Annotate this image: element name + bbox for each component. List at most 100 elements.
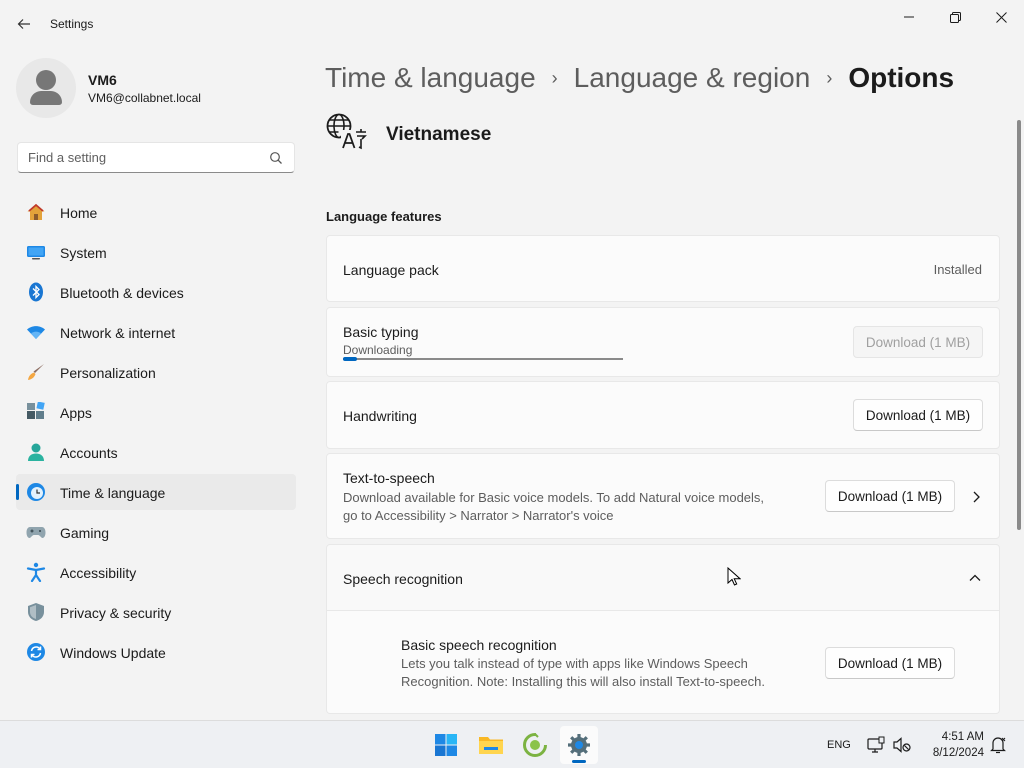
download-progress-fill xyxy=(343,357,357,361)
sidebar-item-network[interactable]: Network & internet xyxy=(16,314,296,350)
volume-muted-icon[interactable] xyxy=(892,735,912,755)
search-input[interactable] xyxy=(18,143,258,172)
breadcrumb-time-language[interactable]: Time & language xyxy=(325,62,536,94)
search-box xyxy=(17,142,295,173)
active-app-indicator xyxy=(572,760,586,763)
page-title: Options xyxy=(848,62,955,93)
section-title: Language features xyxy=(326,209,442,224)
handwriting-label: Handwriting xyxy=(343,408,417,424)
profile-email: VM6@collabnet.local xyxy=(88,91,201,105)
sidebar-item-label: Gaming xyxy=(60,525,110,541)
apps-icon xyxy=(27,402,45,419)
language-pack-status: Installed xyxy=(933,262,982,277)
sidebar-item-label: Accounts xyxy=(60,445,118,461)
system-clock[interactable]: 4:51 AM 8/12/2024 xyxy=(918,729,984,761)
sidebar-item-label: Apps xyxy=(60,405,92,421)
basic-speech-card: Basic speech recognition Lets you talk i… xyxy=(326,611,1000,714)
update-icon xyxy=(27,643,45,661)
tts-desc-line1: Download available for Basic voice model… xyxy=(343,490,765,505)
handwriting-download-button[interactable]: Download (1 MB) xyxy=(853,399,983,431)
sidebar-item-label: Personalization xyxy=(60,365,156,381)
chevron-up-icon[interactable] xyxy=(969,573,981,583)
search-icon[interactable] xyxy=(269,151,283,165)
sidebar-item-time-language[interactable]: Time & language xyxy=(16,474,296,510)
breadcrumb-separator: › xyxy=(551,67,558,88)
sidebar-item-accounts[interactable]: Accounts xyxy=(16,434,296,470)
taskbar-app-button[interactable] xyxy=(516,726,554,764)
sidebar-item-apps[interactable]: Apps xyxy=(16,394,296,430)
title-bar: Settings xyxy=(0,0,1024,48)
basic-speech-desc-line1: Lets you talk instead of type with apps … xyxy=(401,656,748,671)
app-title: Settings xyxy=(50,17,94,31)
speech-recognition-label: Speech recognition xyxy=(343,571,463,587)
basic-typing-download-button[interactable]: Download (1 MB) xyxy=(853,326,983,358)
close-button[interactable] xyxy=(979,6,1023,28)
notification-bell-icon[interactable] xyxy=(988,735,1008,755)
minimize-icon xyxy=(904,16,914,18)
sidebar-item-label: Privacy & security xyxy=(60,605,172,621)
tts-desc-line2: go to Accessibility > Narrator > Narrato… xyxy=(343,508,614,523)
shield-icon xyxy=(28,603,44,621)
basic-speech-label: Basic speech recognition xyxy=(401,637,557,653)
language-pack-card: Language pack Installed xyxy=(326,235,1000,302)
start-button[interactable] xyxy=(427,726,465,764)
file-explorer-icon xyxy=(479,737,503,754)
brush-icon xyxy=(28,364,44,380)
sidebar-item-label: Windows Update xyxy=(60,645,166,661)
start-icon xyxy=(435,734,457,756)
file-explorer-button[interactable] xyxy=(472,726,510,764)
sidebar-item-label: Bluetooth & devices xyxy=(60,285,184,301)
input-language-indicator[interactable]: ENG xyxy=(827,739,851,751)
basic-typing-card: Basic typing Downloading Download (1 MB) xyxy=(326,307,1000,377)
app-icon xyxy=(523,733,547,757)
tts-card[interactable]: Text-to-speech Download available for Ba… xyxy=(326,453,1000,539)
sidebar-item-label: System xyxy=(60,245,107,261)
breadcrumb-language-region[interactable]: Language & region xyxy=(574,62,811,94)
bluetooth-icon xyxy=(29,282,43,302)
accessibility-icon xyxy=(26,562,46,582)
wifi-icon xyxy=(27,326,45,339)
sidebar-nav: Home System Bluetooth & devices Network … xyxy=(16,194,296,674)
tts-label: Text-to-speech xyxy=(343,470,435,486)
settings-taskbar-button[interactable] xyxy=(560,726,598,764)
sidebar-item-label: Network & internet xyxy=(60,325,176,341)
breadcrumb: Time & language › Language & region › Op… xyxy=(325,58,954,98)
sidebar-item-system[interactable]: System xyxy=(16,234,296,270)
taskbar: ENG 4:51 AM 8/12/2024 xyxy=(0,720,1024,768)
back-button[interactable] xyxy=(12,12,36,36)
tts-download-button[interactable]: Download (1 MB) xyxy=(825,480,955,512)
basic-speech-desc-line2: Recognition. Note: Installing this will … xyxy=(401,674,765,689)
breadcrumb-separator: › xyxy=(826,67,833,88)
sidebar-item-bluetooth[interactable]: Bluetooth & devices xyxy=(16,274,296,310)
minimize-button[interactable] xyxy=(887,6,931,28)
system-icon xyxy=(27,246,45,260)
profile-name: VM6 xyxy=(88,72,117,88)
sidebar-item-label: Accessibility xyxy=(60,565,137,581)
sidebar-item-gaming[interactable]: Gaming xyxy=(16,514,296,550)
close-icon xyxy=(995,11,1007,23)
settings-icon xyxy=(568,734,590,756)
back-arrow-icon xyxy=(17,19,30,29)
sidebar-item-home[interactable]: Home xyxy=(16,194,296,230)
download-progress-bar xyxy=(343,357,623,361)
basic-speech-download-button[interactable]: Download (1 MB) xyxy=(825,647,955,679)
restore-icon xyxy=(949,11,961,23)
language-icon xyxy=(326,113,367,150)
mouse-cursor-icon xyxy=(727,567,741,586)
sidebar-item-privacy[interactable]: Privacy & security xyxy=(16,594,296,630)
speech-recognition-header[interactable]: Speech recognition xyxy=(326,544,1000,611)
sidebar-item-label: Time & language xyxy=(60,485,166,501)
network-status-icon[interactable] xyxy=(866,735,886,755)
basic-typing-label: Basic typing xyxy=(343,324,419,340)
home-icon xyxy=(27,203,45,220)
sidebar-item-windows-update[interactable]: Windows Update xyxy=(16,634,296,670)
user-profile[interactable]: VM6 VM6@collabnet.local xyxy=(16,58,296,118)
restore-button[interactable] xyxy=(933,6,977,28)
chevron-right-icon[interactable] xyxy=(971,491,981,503)
sidebar-item-personalization[interactable]: Personalization xyxy=(16,354,296,390)
globe-clock-icon xyxy=(27,483,45,501)
sidebar-item-accessibility[interactable]: Accessibility xyxy=(16,554,296,590)
scrollbar[interactable] xyxy=(1017,120,1021,530)
sidebar-item-label: Home xyxy=(60,205,98,221)
handwriting-card: Handwriting Download (1 MB) xyxy=(326,381,1000,449)
